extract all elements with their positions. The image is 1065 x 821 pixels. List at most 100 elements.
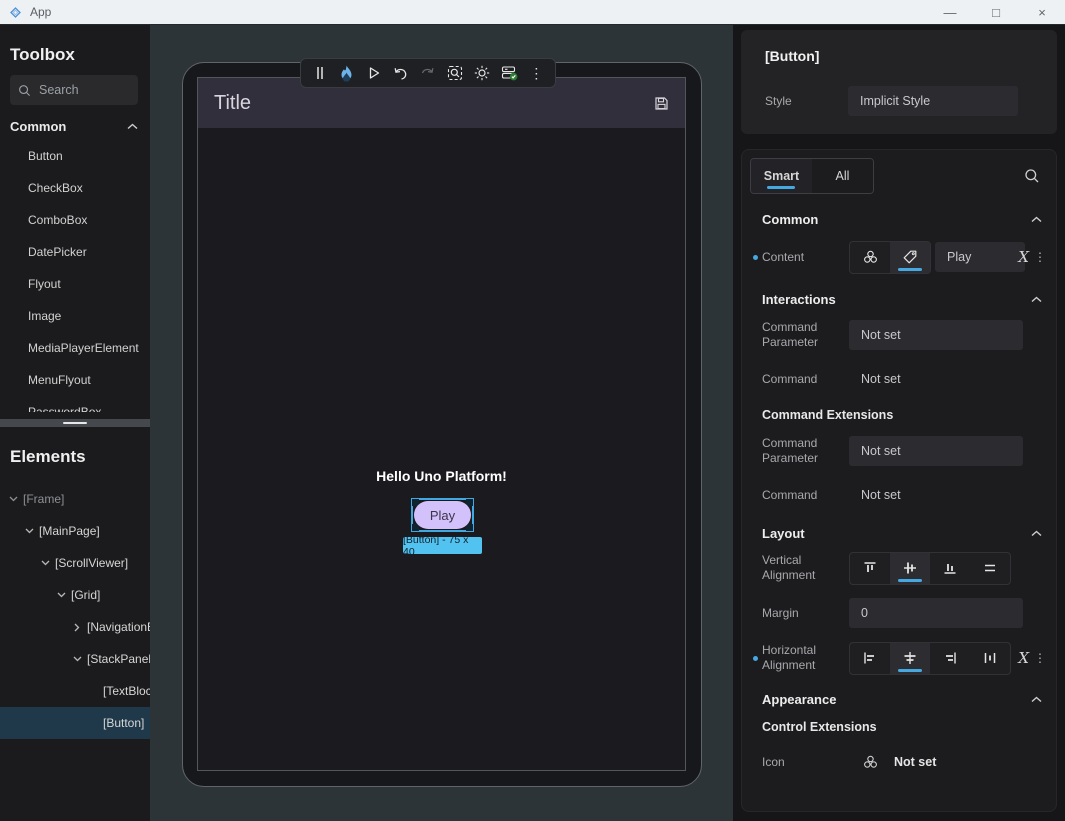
tree-item-grid[interactable]: [Grid] [0,579,150,611]
uno-platform-logo-icon [8,5,23,20]
ext-command-parameter-row: Command Parameter Not set [762,432,1056,470]
tree-item-stackpanel[interactable]: [StackPanel] [0,643,150,675]
toolbox-item-button[interactable]: Button [0,140,150,172]
property-more-icon[interactable]: ⋮ [1034,651,1046,665]
command-parameter-input[interactable]: Not set [849,320,1023,350]
toolbox-section-common[interactable]: Common [0,105,150,140]
tree-item-navigationbar[interactable]: [NavigationB [0,611,150,643]
hot-reload-flame-icon[interactable] [337,62,356,84]
tree-item-label: [Grid] [71,588,100,602]
binding-expression-icon[interactable]: X [1018,649,1029,667]
align-vertical-center-icon[interactable] [890,553,930,584]
chevron-up-icon[interactable] [1031,296,1042,303]
toolbox-item-datepicker[interactable]: DatePicker [0,236,150,268]
toolbar-grip-icon[interactable] [310,62,329,84]
properties-search-icon[interactable] [1024,168,1040,184]
chevron-up-icon[interactable] [1031,696,1042,703]
ext-command-row: Command Not set [762,484,1056,506]
content-value-input[interactable] [935,242,1025,272]
chevron-down-icon[interactable] [40,558,50,568]
command-parameter-row: Command Parameter Not set [762,316,1056,354]
section-appearance[interactable]: Appearance [762,684,1042,714]
common-section-label: Common [10,119,66,134]
tree-item-textblock[interactable]: [TextBloc [0,675,150,707]
section-layout[interactable]: Layout [762,518,1042,548]
redo-icon[interactable] [418,62,437,84]
save-icon[interactable] [654,96,669,111]
element-inspector-icon[interactable] [446,62,465,84]
more-options-icon[interactable]: ⋮ [527,62,546,84]
toolbox-item-checkbox[interactable]: CheckBox [0,172,150,204]
tree-item-button-selected[interactable]: [Button] [0,707,150,739]
margin-input[interactable]: 0 [849,598,1023,628]
style-select[interactable]: Implicit Style [848,86,1018,116]
chevron-down-icon[interactable] [8,494,18,504]
align-right-icon[interactable] [930,643,970,674]
tab-smart[interactable]: Smart [751,159,812,193]
toolbox-item-image[interactable]: Image [0,300,150,332]
vertical-alignment-row: Vertical Alignment [762,550,1056,586]
stretch-vertical-icon[interactable] [970,553,1010,584]
resource-binding-icon[interactable] [862,754,879,770]
selection-outline[interactable]: Play [411,498,474,532]
chevron-down-icon[interactable] [56,590,66,600]
play-icon[interactable] [364,62,383,84]
toolbox-item-combobox[interactable]: ComboBox [0,204,150,236]
chevron-up-icon [127,123,138,130]
window-controls: — □ × [927,0,1065,24]
device-screen[interactable]: Title Hello Uno Platform! [197,77,686,771]
tree-item-frame[interactable]: [Frame] [0,483,150,515]
window-titlebar: App — □ × [0,0,1065,25]
toolbox-search[interactable] [10,75,138,105]
chevron-down-icon[interactable] [72,654,82,664]
literal-value-tag-icon[interactable] [890,242,930,273]
theme-toggle-icon[interactable] [473,62,492,84]
tree-item-label: [Button] [103,716,144,730]
align-top-icon[interactable] [850,553,890,584]
horizontal-alignment-toggle [849,642,1011,675]
binding-expression-icon[interactable]: X [1018,248,1029,266]
selected-element-name: [Button] [741,30,1057,64]
toolbox-item-list: Button CheckBox ComboBox DatePicker Flyo… [0,140,150,412]
tree-item-mainpage[interactable]: [MainPage] [0,515,150,547]
page-content[interactable]: Hello Uno Platform! Play [Button] - 75 x… [198,128,685,771]
canvas-play-button[interactable]: Play [414,501,471,529]
property-more-icon[interactable]: ⋮ [1034,250,1046,264]
resource-binding-icon[interactable] [850,242,890,273]
toolbox-item-flyout[interactable]: Flyout [0,268,150,300]
section-common[interactable]: Common [762,204,1042,234]
style-label: Style [765,94,848,108]
toolbox-item-menuflyout[interactable]: MenuFlyout [0,364,150,396]
design-canvas[interactable]: ⋮ Title Hello Uno Platform! [150,25,733,821]
align-horizontal-center-icon[interactable] [890,643,930,674]
section-interactions[interactable]: Interactions [762,284,1042,314]
command-value[interactable]: Not set [861,372,901,386]
chevron-up-icon[interactable] [1031,530,1042,537]
ext-command-value[interactable]: Not set [861,488,901,502]
toolbox-item-mediaplayerelement[interactable]: MediaPlayerElement [0,332,150,364]
ext-command-parameter-input[interactable]: Not set [849,436,1023,466]
connection-status-icon[interactable] [500,62,519,84]
chevron-down-icon[interactable] [24,526,34,536]
sidebar-splitter[interactable] [0,419,150,427]
align-bottom-icon[interactable] [930,553,970,584]
maximize-button[interactable]: □ [973,0,1019,24]
designer-toolbar: ⋮ [300,58,556,88]
chevron-right-icon[interactable] [72,622,82,632]
close-button[interactable]: × [1019,0,1065,24]
icon-value[interactable]: Not set [894,755,936,769]
chevron-up-icon[interactable] [1031,216,1042,223]
page-title: Title [214,92,251,115]
tab-all[interactable]: All [812,159,873,193]
align-left-icon[interactable] [850,643,890,674]
undo-icon[interactable] [391,62,410,84]
splitter-handle-icon [63,422,87,424]
selection-handle[interactable] [466,524,473,531]
tree-item-scrollviewer[interactable]: [ScrollViewer] [0,547,150,579]
element-tree: [Frame] [MainPage] [ScrollViewer] [0,483,150,739]
toolbox-item-passwordbox[interactable]: PasswordBox [0,396,150,412]
minimize-button[interactable]: — [927,0,973,24]
content-source-toggle [849,241,931,274]
stretch-horizontal-icon[interactable] [970,643,1010,674]
search-input[interactable] [39,83,119,97]
